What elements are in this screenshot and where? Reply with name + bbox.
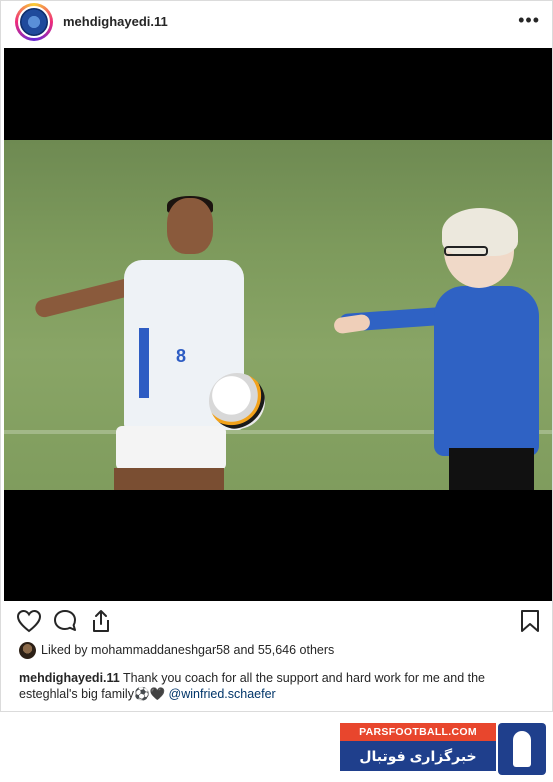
player-silhouette-icon: [513, 731, 531, 767]
avatar-image: [18, 6, 50, 38]
caption-username[interactable]: mehdighayedi.11: [19, 671, 120, 685]
bookmark-icon[interactable]: [520, 609, 540, 633]
liker-username[interactable]: mohammaddaneshgar58: [91, 643, 230, 657]
parsfootball-watermark: PARSFOOTBALL.COM خبرگزاری فوتبال ایران: [340, 723, 549, 782]
player-head: [167, 198, 213, 254]
post-username[interactable]: mehdighayedi.11: [63, 14, 168, 29]
more-horizontal-icon[interactable]: •••: [518, 10, 540, 31]
likes-prefix: Liked by: [41, 642, 92, 657]
coach-glasses: [444, 246, 488, 256]
comment-icon[interactable]: [53, 609, 79, 633]
post-actions: [1, 607, 552, 639]
likes-summary: Liked by mohammaddaneshgar58 and 55,646 …: [19, 642, 334, 660]
heart-icon[interactable]: [16, 609, 42, 633]
caption-mention[interactable]: @winfried.schaefer: [169, 687, 276, 701]
watermark-site: PARSFOOTBALL.COM: [340, 723, 496, 741]
liker-avatar[interactable]: [19, 642, 36, 659]
coach-pants: [449, 448, 534, 496]
player-shorts: [116, 426, 226, 470]
profile-avatar[interactable]: [15, 3, 53, 41]
instagram-post: mehdighayedi.11 ••• 8 Liked by mohammadd…: [0, 0, 553, 712]
jersey-number: 8: [176, 346, 187, 366]
post-caption: mehdighayedi.11 Thank you coach for all …: [19, 670, 534, 702]
post-photo[interactable]: 8: [4, 48, 552, 601]
watermark-logo-icon: [498, 723, 546, 775]
watermark-tagline: خبرگزاری فوتبال ایران: [340, 741, 496, 782]
redacted-strip: [4, 490, 552, 508]
coach-jacket: [434, 286, 539, 456]
share-icon[interactable]: [89, 608, 113, 634]
post-header: mehdighayedi.11 •••: [1, 1, 552, 43]
jersey-stripe: [139, 328, 149, 398]
likes-count[interactable]: and 55,646 others: [230, 643, 334, 657]
football: [209, 373, 265, 429]
